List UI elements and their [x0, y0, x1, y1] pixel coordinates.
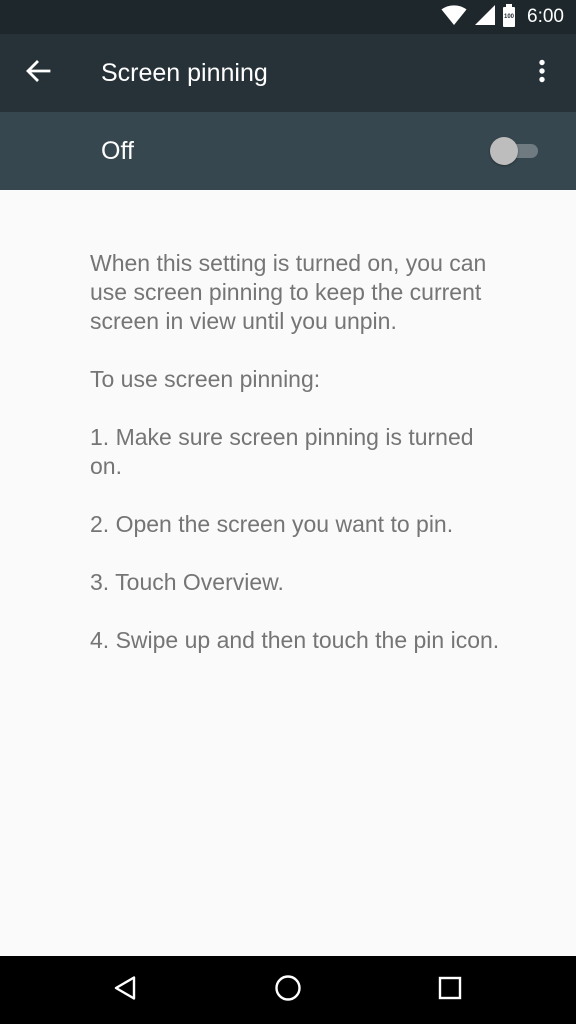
more-options-button[interactable] — [518, 49, 566, 97]
home-circle-icon — [274, 974, 302, 1007]
switch-state-label: Off — [101, 137, 134, 165]
navigation-bar — [0, 956, 576, 1024]
app-bar: Screen pinning — [0, 34, 576, 112]
overview-square-icon — [438, 976, 462, 1005]
toggle-thumb — [490, 137, 518, 165]
screen-pinning-toggle[interactable] — [490, 137, 542, 165]
description-paragraph: When this setting is turned on, you can … — [90, 250, 487, 334]
instructions-heading: To use screen pinning: — [90, 366, 321, 392]
nav-overview-button[interactable] — [426, 966, 474, 1014]
arrow-back-icon — [25, 59, 51, 87]
cell-signal-icon — [475, 4, 496, 30]
back-button[interactable] — [14, 49, 62, 97]
nav-back-button[interactable] — [102, 966, 150, 1014]
battery-level: 100 — [504, 14, 515, 20]
page-title: Screen pinning — [101, 59, 268, 87]
more-vert-icon — [538, 59, 546, 88]
back-triangle-icon — [113, 975, 139, 1006]
description-text: When this setting is turned on, you can … — [90, 249, 510, 684]
status-bar: 100 6:00 — [0, 0, 576, 34]
screen: 100 6:00 Screen pinning Off When this se… — [0, 0, 576, 1024]
instruction-step: 3. Touch Overview. — [90, 569, 284, 595]
wifi-icon — [441, 4, 467, 31]
instruction-step: 4. Swipe up and then touch the pin icon. — [90, 627, 500, 653]
instruction-step: 1. Make sure screen pinning is turned on… — [90, 424, 474, 479]
nav-home-button[interactable] — [264, 966, 312, 1014]
status-time: 6:00 — [527, 6, 564, 27]
status-icons: 100 6:00 — [441, 0, 564, 34]
instruction-step: 2. Open the screen you want to pin. — [90, 511, 454, 537]
master-switch-bar[interactable]: Off — [0, 112, 576, 190]
battery-icon: 100 — [503, 4, 516, 27]
